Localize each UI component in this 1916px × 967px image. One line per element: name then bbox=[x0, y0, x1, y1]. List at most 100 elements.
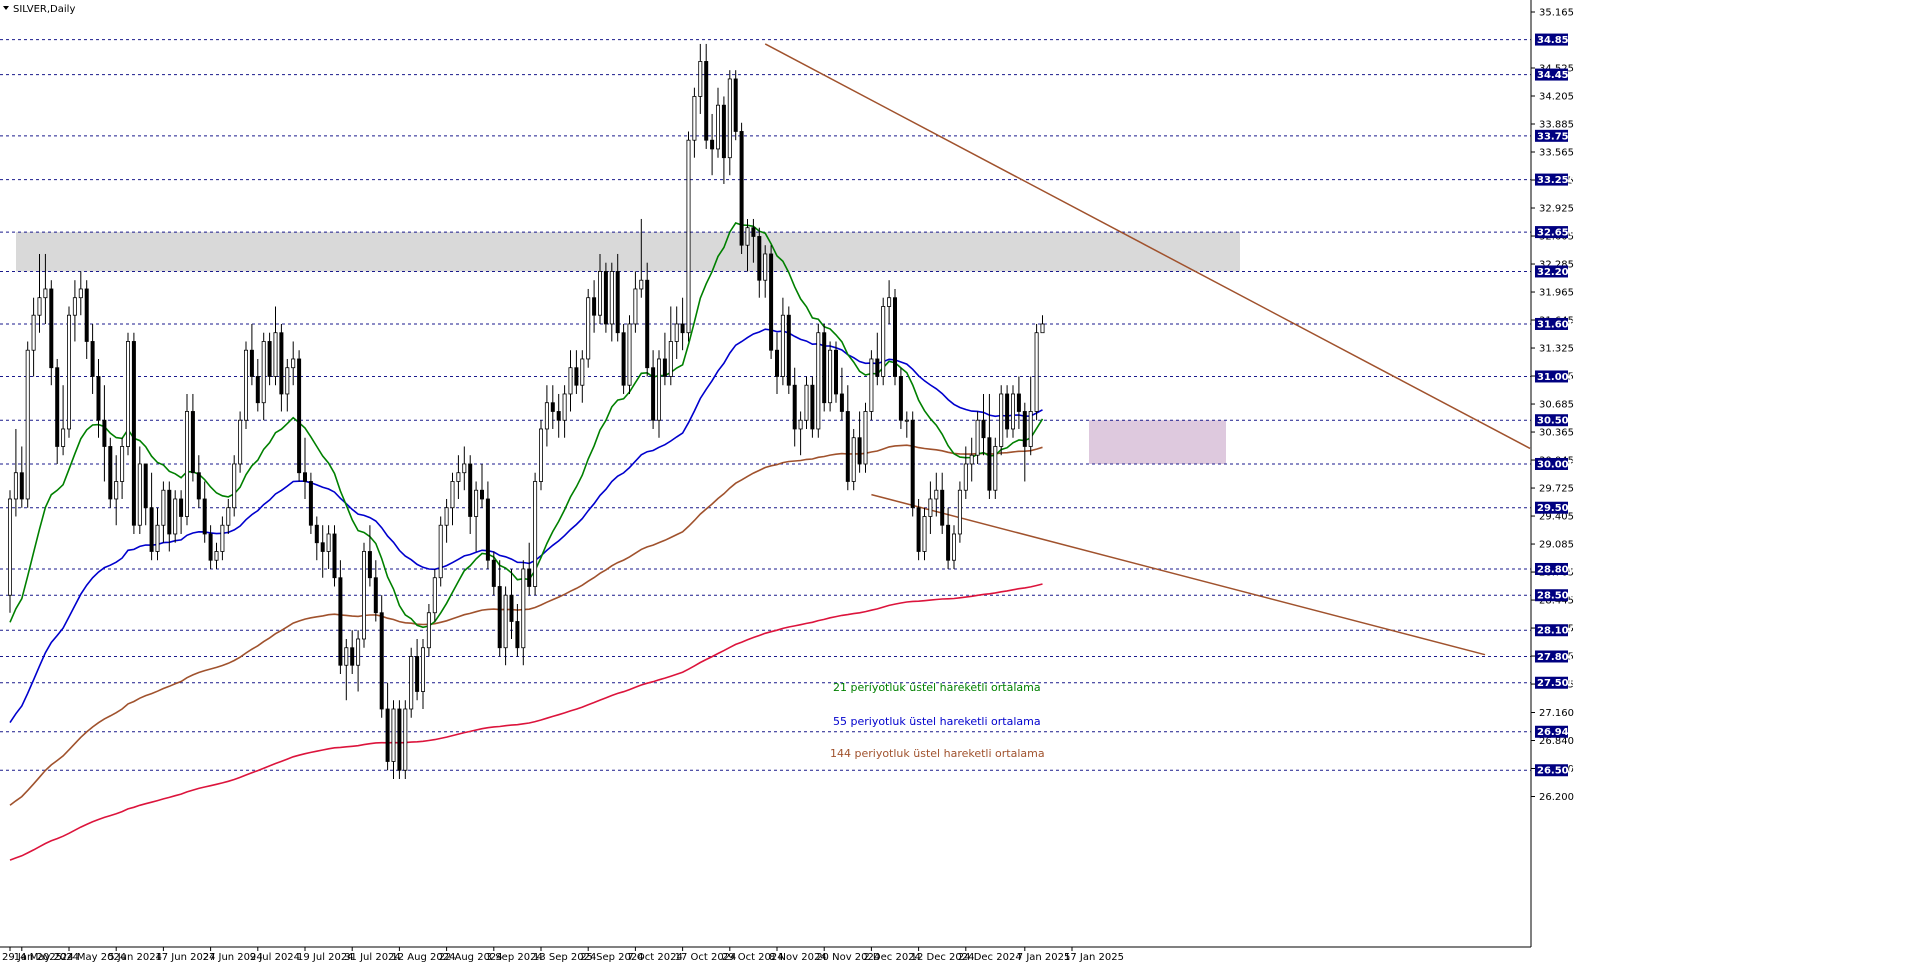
candle[interactable] bbox=[686, 131, 691, 342]
price-tick-label: 26.200 bbox=[1539, 792, 1574, 803]
candle[interactable] bbox=[910, 411, 915, 517]
candle[interactable] bbox=[25, 341, 30, 508]
candle[interactable] bbox=[881, 297, 886, 386]
candle[interactable] bbox=[893, 288, 898, 386]
candle-body bbox=[267, 341, 272, 377]
candle[interactable] bbox=[733, 70, 738, 141]
candle-body bbox=[751, 227, 756, 237]
candle[interactable] bbox=[621, 323, 626, 394]
candle[interactable] bbox=[243, 341, 248, 429]
candle[interactable] bbox=[238, 411, 243, 473]
candle-body bbox=[297, 358, 302, 474]
candle-body bbox=[456, 472, 461, 482]
candle-body bbox=[786, 314, 791, 386]
candle-body bbox=[721, 104, 726, 159]
candle[interactable] bbox=[332, 525, 337, 587]
candle[interactable] bbox=[379, 595, 384, 718]
legend-ema21-label: 21 periyotluk üstel hareketli ortalama bbox=[833, 681, 1041, 694]
candle[interactable] bbox=[131, 332, 136, 534]
candle-body bbox=[308, 481, 313, 526]
candle[interactable] bbox=[108, 437, 113, 508]
candle[interactable] bbox=[533, 472, 538, 596]
candle[interactable] bbox=[786, 306, 791, 394]
candle[interactable] bbox=[810, 376, 815, 438]
price-chart[interactable]: 35.16534.52534.20533.88533.56533.24532.9… bbox=[0, 0, 1916, 963]
candle[interactable] bbox=[409, 647, 414, 718]
candle-body bbox=[662, 358, 667, 377]
candle[interactable] bbox=[822, 323, 827, 412]
candle[interactable] bbox=[999, 385, 1004, 456]
price-level-label: 29.500 bbox=[1537, 503, 1576, 514]
candle[interactable] bbox=[361, 542, 366, 648]
legend: 21 periyotluk üstel hareketli ortalama 5… bbox=[830, 681, 1045, 760]
candle-body bbox=[43, 288, 48, 299]
candle[interactable] bbox=[297, 350, 302, 482]
candle-body bbox=[131, 341, 136, 526]
candle-body bbox=[1028, 411, 1033, 447]
candle-body bbox=[633, 288, 638, 325]
candle-body bbox=[515, 621, 520, 649]
candle-body bbox=[426, 612, 431, 649]
candle-body bbox=[249, 349, 254, 377]
candle[interactable] bbox=[1034, 323, 1039, 421]
candle-body bbox=[586, 297, 591, 360]
candle[interactable] bbox=[993, 437, 998, 499]
candle-body bbox=[332, 533, 337, 579]
chart-container[interactable]: 35.16534.52534.20533.88533.56533.24532.9… bbox=[0, 0, 1916, 963]
candle-body bbox=[143, 463, 148, 509]
candle-body bbox=[875, 358, 880, 377]
candle[interactable] bbox=[67, 306, 72, 438]
candle-body bbox=[232, 463, 237, 509]
candle[interactable] bbox=[816, 323, 821, 438]
candle[interactable] bbox=[739, 122, 744, 254]
candle[interactable] bbox=[184, 393, 189, 526]
candle[interactable] bbox=[586, 288, 591, 368]
candle-body bbox=[409, 656, 414, 710]
candle-body bbox=[220, 524, 225, 552]
candle[interactable] bbox=[898, 367, 903, 429]
candle-body bbox=[350, 647, 355, 666]
candle[interactable] bbox=[916, 498, 921, 561]
candle-body bbox=[361, 551, 366, 640]
candle-body bbox=[981, 419, 986, 439]
candle[interactable] bbox=[308, 472, 313, 534]
candle[interactable] bbox=[851, 428, 856, 491]
candle[interactable] bbox=[863, 402, 868, 473]
price-tick-label: 34.205 bbox=[1539, 92, 1574, 103]
candle[interactable] bbox=[627, 315, 632, 394]
candle[interactable] bbox=[397, 700, 402, 779]
time-tick-label: 17 Jan 2025 bbox=[1064, 952, 1124, 963]
candle[interactable] bbox=[7, 490, 12, 613]
candle-body bbox=[851, 437, 856, 482]
candle-body bbox=[810, 384, 815, 430]
candle-body bbox=[845, 411, 850, 482]
candle-body bbox=[645, 279, 650, 369]
candle[interactable] bbox=[828, 341, 833, 412]
candle[interactable] bbox=[403, 700, 408, 779]
legend-ema55-label: 55 periyotluk üstel hareketli ortalama bbox=[833, 715, 1041, 728]
candle-body bbox=[651, 367, 656, 421]
candle[interactable] bbox=[232, 455, 237, 517]
candle[interactable] bbox=[603, 262, 608, 333]
candle-body bbox=[202, 498, 207, 535]
candle[interactable] bbox=[957, 481, 962, 543]
candle-body bbox=[539, 428, 544, 482]
candle[interactable] bbox=[834, 341, 839, 403]
candle[interactable] bbox=[769, 245, 774, 359]
candle-body bbox=[302, 472, 307, 482]
candle[interactable] bbox=[869, 350, 874, 421]
candle[interactable] bbox=[126, 332, 131, 456]
candle-body bbox=[568, 367, 573, 395]
candle-body bbox=[338, 577, 343, 666]
candle-body bbox=[273, 332, 278, 377]
candle-body bbox=[910, 419, 915, 509]
candle-body bbox=[533, 481, 538, 587]
candle-body bbox=[25, 349, 30, 500]
price-level-label: 31.000 bbox=[1537, 372, 1576, 383]
candle[interactable] bbox=[438, 516, 443, 587]
candle[interactable] bbox=[539, 420, 544, 491]
candle-body bbox=[521, 568, 526, 649]
candle-body bbox=[90, 341, 95, 377]
price-tick-label: 31.325 bbox=[1539, 344, 1574, 355]
time-tick-label: 29 Jan 2025 bbox=[2, 952, 62, 963]
